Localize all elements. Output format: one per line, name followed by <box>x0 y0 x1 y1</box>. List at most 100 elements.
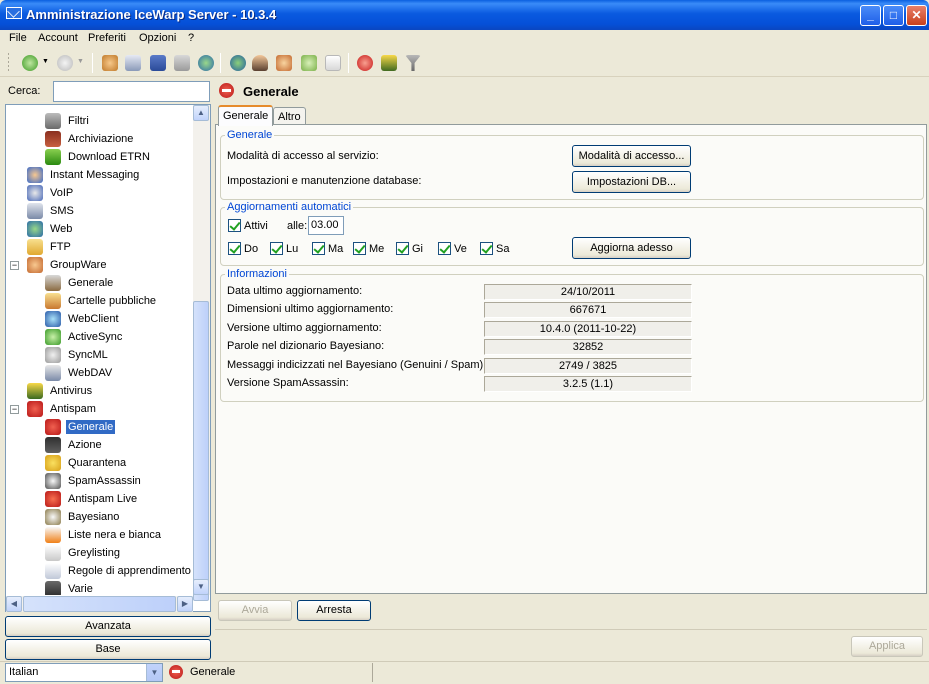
stop-button[interactable]: Arresta <box>297 600 371 621</box>
tree-item-label: Web <box>50 223 73 235</box>
tree-horizontal-scrollbar[interactable]: ◀ ▶ <box>6 596 193 612</box>
checkbox-mark[interactable] <box>270 242 283 255</box>
search-input[interactable] <box>53 81 210 102</box>
scroll-down-button[interactable]: ▼ <box>193 579 209 595</box>
db-settings-button[interactable]: Impostazioni DB... <box>572 171 691 193</box>
forward-dropdown-icon[interactable]: ▼ <box>77 58 84 65</box>
scroll-left-button[interactable]: ◀ <box>6 596 22 612</box>
tree-item[interactable]: Web <box>27 220 74 238</box>
users-icon[interactable] <box>102 55 118 71</box>
tree-item[interactable]: VoIP <box>27 184 75 202</box>
checkbox-mark[interactable] <box>228 219 241 232</box>
group-icon[interactable] <box>276 55 292 71</box>
filter-icon[interactable] <box>405 55 421 71</box>
collapse-toggle[interactable]: − <box>10 405 19 414</box>
checkbox-mark[interactable] <box>228 242 241 255</box>
tree-item[interactable]: Regole di apprendimento <box>45 562 193 580</box>
user-card-icon[interactable] <box>125 55 141 71</box>
update-time-input[interactable]: 03.00 <box>308 216 344 235</box>
document-icon[interactable] <box>325 55 341 71</box>
access-mode-label: Modalità di accesso al servizio: <box>227 150 379 162</box>
minimize-button[interactable]: _ <box>860 5 881 26</box>
updates-group-title: Aggiornamenti automatici <box>225 201 354 213</box>
checkbox-mark[interactable] <box>480 242 493 255</box>
tree-item[interactable]: ActiveSync <box>45 328 124 346</box>
tree-item[interactable]: Archiviazione <box>45 130 135 148</box>
tree-vertical-scrollbar[interactable]: ▲ ▼ <box>193 105 210 601</box>
tree-item-label: Bayesiano <box>68 511 120 523</box>
tree-item-label: VoIP <box>50 187 74 199</box>
tree-item[interactable]: Greylisting <box>45 544 122 562</box>
open-book-icon[interactable] <box>174 55 190 71</box>
network-globe-icon[interactable] <box>230 55 246 71</box>
advanced-button[interactable]: Avanzata <box>5 616 211 637</box>
tree-item-label: GroupWare <box>50 259 107 271</box>
syncml-icon <box>45 347 61 363</box>
day-checkbox[interactable]: Sa <box>480 242 509 255</box>
tree-item[interactable]: Download ETRN <box>45 148 152 166</box>
back-icon[interactable] <box>22 55 38 71</box>
menu-account[interactable]: Account <box>38 32 78 44</box>
tree-item[interactable]: Filtri <box>45 112 91 130</box>
tree-item[interactable]: WebDAV <box>45 364 114 382</box>
day-checkbox[interactable]: Ma <box>312 242 343 255</box>
forward-icon[interactable] <box>57 55 73 71</box>
info-label: Messaggi indicizzati nel Bayesiano (Genu… <box>227 358 487 371</box>
chevron-down-icon[interactable]: ▼ <box>146 664 162 681</box>
checkbox-mark[interactable] <box>312 242 325 255</box>
menu-file[interactable]: File <box>9 32 27 44</box>
updates-enabled-checkbox[interactable]: Attivi <box>228 219 268 232</box>
hscroll-thumb[interactable] <box>23 596 176 612</box>
info-group-title: Informazioni <box>225 268 289 280</box>
arrows-icon[interactable] <box>301 55 317 71</box>
basic-button[interactable]: Base <box>5 639 211 660</box>
tree-item[interactable]: FTP <box>27 238 73 256</box>
book-icon[interactable] <box>150 55 166 71</box>
tree-item[interactable]: Quarantena <box>45 454 128 472</box>
day-checkbox[interactable]: Gi <box>396 242 423 255</box>
tree-item[interactable]: Generale <box>45 274 115 292</box>
tree-item[interactable]: SpamAssassin <box>45 472 143 490</box>
language-select[interactable]: Italian ▼ <box>5 663 163 682</box>
menu-opzioni[interactable]: Opzioni <box>139 32 176 44</box>
day-checkbox[interactable]: Me <box>353 242 384 255</box>
maximize-button[interactable]: □ <box>883 5 904 26</box>
tree-item[interactable]: WebClient <box>45 310 121 328</box>
tree-item[interactable]: Cartelle pubbliche <box>45 292 158 310</box>
tree-item[interactable]: Antispam <box>27 400 98 418</box>
tree-item[interactable]: SyncML <box>45 346 110 364</box>
scroll-thumb[interactable] <box>193 301 209 601</box>
menu-help[interactable]: ? <box>188 32 194 44</box>
start-button[interactable]: Avvia <box>218 600 292 621</box>
tree-item[interactable]: Antispam Live <box>45 490 139 508</box>
apply-button[interactable]: Applica <box>851 636 923 657</box>
day-checkbox[interactable]: Lu <box>270 242 298 255</box>
day-checkbox[interactable]: Do <box>228 242 258 255</box>
checkbox-mark[interactable] <box>396 242 409 255</box>
antivirus-icon[interactable] <box>381 55 397 71</box>
info-label: Data ultimo aggiornamento: <box>227 285 363 297</box>
tree-item[interactable]: Bayesiano <box>45 508 121 526</box>
tree-item[interactable]: Azione <box>45 436 104 454</box>
globe-icon[interactable] <box>198 55 214 71</box>
tree-item[interactable]: Liste nera e bianca <box>45 526 163 544</box>
person-icon[interactable] <box>252 55 268 71</box>
stop-icon[interactable] <box>357 55 373 71</box>
update-now-button[interactable]: Aggiorna adesso <box>572 237 691 259</box>
collapse-toggle[interactable]: − <box>10 261 19 270</box>
access-mode-button[interactable]: Modalità di accesso... <box>572 145 691 167</box>
menu-preferiti[interactable]: Preferiti <box>88 32 126 44</box>
scroll-right-button[interactable]: ▶ <box>177 596 193 612</box>
tree-item[interactable]: Antivirus <box>27 382 94 400</box>
tree-item[interactable]: Instant Messaging <box>27 166 141 184</box>
back-dropdown-icon[interactable]: ▼ <box>42 58 49 65</box>
tree-item[interactable]: Generale <box>45 418 116 436</box>
checkbox-mark[interactable] <box>438 242 451 255</box>
day-checkbox[interactable]: Ve <box>438 242 467 255</box>
checkbox-mark[interactable] <box>353 242 366 255</box>
tree-item[interactable]: SMS <box>27 202 76 220</box>
scroll-up-button[interactable]: ▲ <box>193 105 209 121</box>
tree-item[interactable]: GroupWare <box>27 256 108 274</box>
tab-generale[interactable]: Generale <box>218 105 274 126</box>
close-button[interactable]: ✕ <box>906 5 927 26</box>
